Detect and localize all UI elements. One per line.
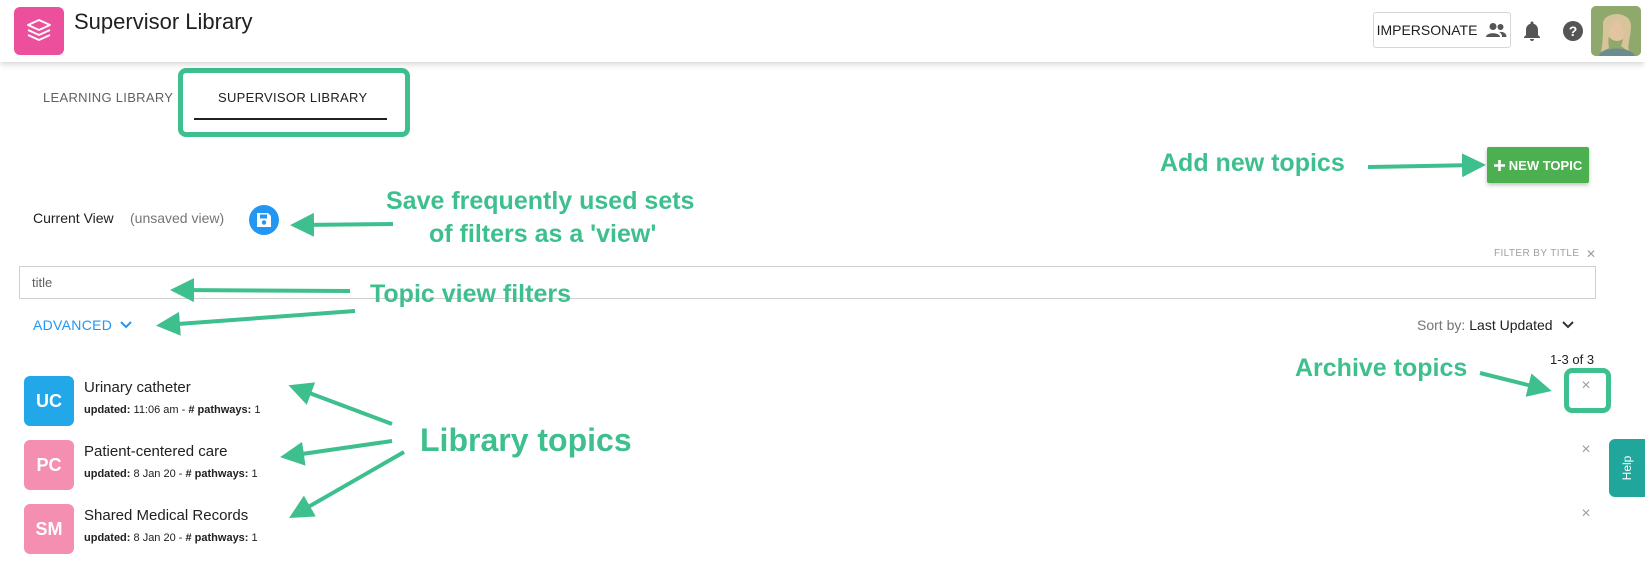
plus-icon	[1493, 159, 1505, 171]
people-icon	[1486, 23, 1507, 37]
floppy-save-icon	[257, 213, 271, 227]
annotation-add-topics: Add new topics	[1160, 149, 1345, 177]
sort-label: Sort by:	[1417, 317, 1466, 333]
annotation-save-views-line2: of filters as a 'view'	[429, 220, 657, 248]
updated-value: 8 Jan 20	[133, 468, 176, 480]
annotation-save-views-line1: Save frequently used sets	[386, 187, 695, 215]
updated-value: 8 Jan 20	[133, 532, 176, 544]
pathways-value: 1	[251, 532, 258, 544]
topic-badge: PC	[24, 440, 74, 490]
help-side-tab[interactable]: Help	[1609, 439, 1645, 497]
topic-meta: updated: 8 Jan 20 - # pathways: 1	[84, 532, 258, 544]
meta-separator: -	[178, 404, 189, 416]
app-logo[interactable]	[14, 7, 64, 55]
updated-label: updated:	[84, 404, 131, 416]
arrow-advanced	[156, 309, 356, 336]
updated-label: updated:	[84, 532, 131, 544]
annotation-highlight-archive	[1564, 368, 1611, 413]
advanced-label: ADVANCED	[33, 317, 113, 333]
new-topic-button[interactable]: NEW TOPIC	[1487, 147, 1589, 183]
pathways-value: 1	[251, 468, 258, 480]
topic-row[interactable]: PC Patient-centered care updated: 8 Jan …	[24, 440, 424, 492]
topic-meta: updated: 8 Jan 20 - # pathways: 1	[84, 468, 258, 480]
impersonate-button[interactable]: IMPERSONATE	[1373, 12, 1511, 48]
topic-badge: SM	[24, 504, 74, 554]
annotation-archive-topics: Archive topics	[1295, 354, 1468, 382]
current-view-label: Current View	[33, 210, 114, 226]
pathways-label: # pathways:	[185, 468, 249, 480]
topic-meta: updated: 11:06 am - # pathways: 1	[84, 404, 261, 416]
results-count: 1-3 of 3	[1550, 352, 1595, 367]
annotation-library-topics: Library topics	[420, 422, 632, 458]
topic-badge: UC	[24, 376, 74, 426]
save-view-button[interactable]	[249, 205, 279, 235]
topic-title[interactable]: Shared Medical Records	[84, 507, 248, 524]
topic-title[interactable]: Urinary catheter	[84, 379, 191, 396]
meta-separator: -	[175, 468, 186, 480]
sort-value: Last Updated	[1469, 317, 1553, 333]
sort-dropdown[interactable]: Sort by: Last Updated	[1417, 317, 1579, 333]
tab-learning-library[interactable]: LEARNING LIBRARY	[43, 90, 173, 105]
help-tab-label: Help	[1620, 455, 1634, 481]
help-circle-icon[interactable]: ?	[1561, 19, 1585, 43]
archive-topic-close-icon[interactable]: ×	[1578, 505, 1594, 523]
topic-row[interactable]: UC Urinary catheter updated: 11:06 am - …	[24, 376, 424, 428]
meta-separator: -	[175, 532, 186, 544]
arrow-save-view	[290, 212, 394, 237]
impersonate-label: IMPERSONATE	[1376, 22, 1478, 38]
annotation-topic-filters: Topic view filters	[370, 280, 571, 308]
topic-title[interactable]: Patient-centered care	[84, 443, 227, 460]
pathways-label: # pathways:	[185, 532, 249, 544]
title-filter-input[interactable]	[19, 266, 1596, 299]
filter-clear-icon[interactable]: ✕	[1586, 247, 1596, 261]
user-avatar[interactable]	[1591, 6, 1641, 56]
chevron-down-icon	[1561, 321, 1574, 329]
chevron-down-icon	[120, 321, 132, 329]
pathways-value: 1	[254, 404, 261, 416]
updated-value: 11:06 am	[133, 404, 179, 416]
top-app-bar: Supervisor Library IMPERSONATE ?	[0, 0, 1645, 62]
avatar-photo	[1591, 6, 1641, 56]
archive-topic-close-icon[interactable]: ×	[1578, 441, 1594, 459]
filter-by-title-caption: FILTER BY TITLE	[1494, 248, 1580, 259]
view-state-label: (unsaved view)	[130, 210, 225, 226]
app-title: Supervisor Library	[74, 9, 253, 34]
advanced-filters-toggle[interactable]: ADVANCED	[33, 317, 132, 333]
layers-book-icon	[27, 19, 51, 41]
arrow-archive	[1479, 371, 1552, 397]
notifications-bell-icon[interactable]	[1520, 19, 1544, 43]
arrow-add-topics	[1367, 153, 1486, 178]
svg-text:?: ?	[1569, 23, 1578, 39]
topic-row[interactable]: SM Shared Medical Records updated: 8 Jan…	[24, 504, 424, 556]
new-topic-label: NEW TOPIC	[1508, 157, 1583, 173]
pathways-label: # pathways:	[188, 404, 252, 416]
updated-label: updated:	[84, 468, 131, 480]
annotation-highlight-tab	[178, 68, 410, 137]
